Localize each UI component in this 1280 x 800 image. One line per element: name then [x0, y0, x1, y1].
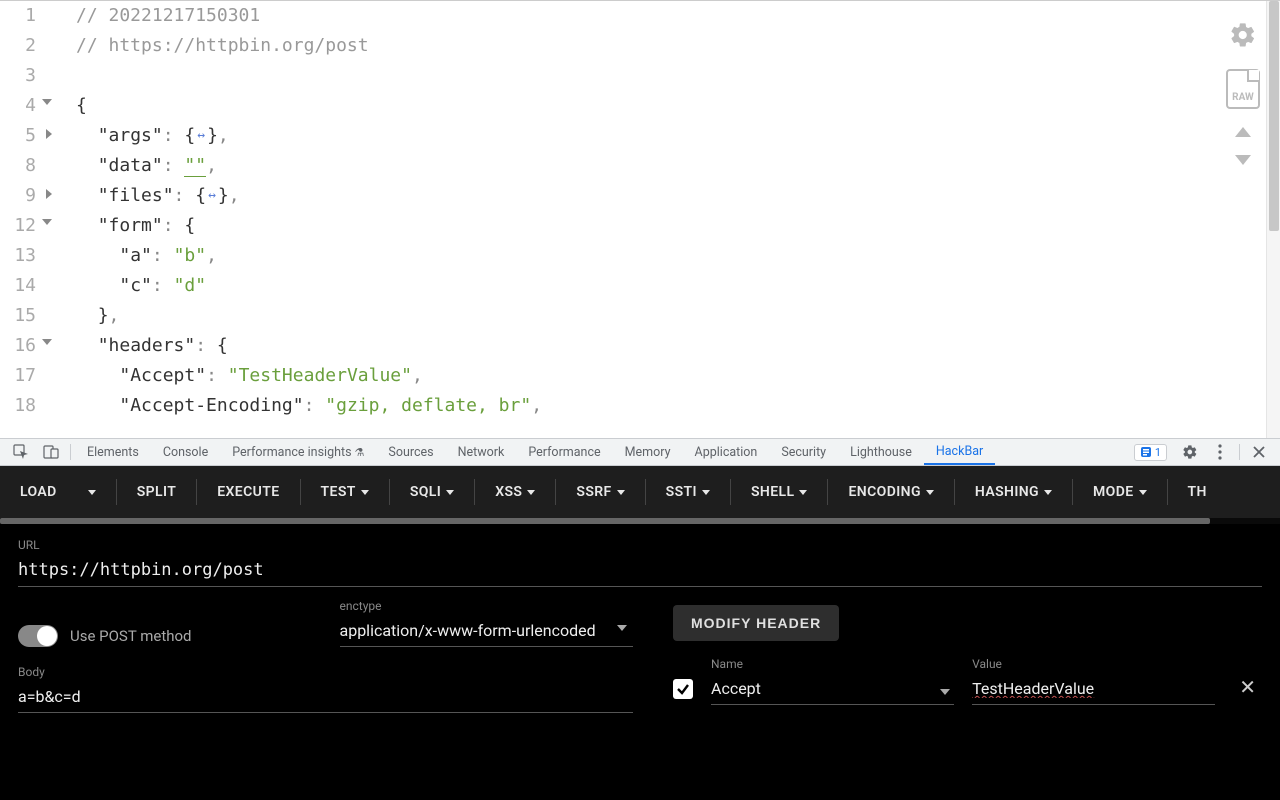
- tab-performance[interactable]: Performance: [516, 439, 612, 465]
- body-label: Body: [18, 665, 633, 679]
- ssrf-dropdown[interactable]: SSRF: [566, 476, 634, 508]
- header-name-input[interactable]: [711, 675, 954, 705]
- expand-down-icon[interactable]: [1235, 155, 1251, 165]
- code-area[interactable]: // 20221217150301 // https://httpbin.org…: [62, 1, 542, 421]
- test-dropdown[interactable]: TEST: [311, 476, 379, 508]
- xss-dropdown[interactable]: XSS: [485, 476, 545, 508]
- tab-hackbar[interactable]: HackBar: [924, 439, 995, 465]
- header-value-label: Value: [972, 657, 1215, 671]
- line-gutter: 1 2 3 4 5 8 9 12 13 14 15 16 17 18: [0, 1, 62, 421]
- overflow-item[interactable]: TH: [1178, 476, 1217, 508]
- url-input[interactable]: [18, 556, 1262, 587]
- header-name-label: Name: [711, 657, 954, 671]
- header-enabled-checkbox[interactable]: [673, 679, 693, 699]
- tab-lighthouse[interactable]: Lighthouse: [838, 439, 924, 465]
- mode-dropdown[interactable]: MODE: [1083, 476, 1157, 508]
- hackbar-toolbar: LOAD SPLIT EXECUTE TEST SQLI XSS SSRF SS…: [0, 466, 1280, 518]
- chevron-down-icon: [940, 689, 950, 695]
- json-viewer-pane: RAW 1 2 3 4 5 8 9 12 13 14 15 16 17 18 /…: [0, 0, 1280, 438]
- enctype-label: enctype: [340, 599, 634, 613]
- raw-icon[interactable]: RAW: [1226, 69, 1260, 109]
- expand-icon[interactable]: ↔: [206, 181, 218, 211]
- tab-security[interactable]: Security: [769, 439, 838, 465]
- enctype-select[interactable]: [340, 617, 634, 647]
- fold-icon[interactable]: [42, 219, 52, 225]
- shell-dropdown[interactable]: SHELL: [741, 476, 818, 508]
- header-value-input[interactable]: [972, 675, 1215, 705]
- fold-icon[interactable]: [42, 99, 52, 105]
- fold-icon[interactable]: [46, 189, 52, 199]
- execute-button[interactable]: EXECUTE: [207, 476, 289, 508]
- tab-sources[interactable]: Sources: [376, 439, 445, 465]
- remove-header-icon[interactable]: ✕: [1233, 675, 1262, 699]
- close-icon[interactable]: [1250, 443, 1268, 461]
- issues-badge[interactable]: 1: [1134, 444, 1167, 461]
- hashing-dropdown[interactable]: HASHING: [965, 476, 1062, 508]
- beaker-icon: ⚗: [355, 446, 365, 459]
- collapse-up-icon[interactable]: [1235, 127, 1251, 137]
- toolbar-scrollbar[interactable]: [0, 518, 1280, 524]
- fold-icon[interactable]: [46, 129, 52, 139]
- comment-line: // https://httpbin.org/post: [76, 35, 369, 56]
- tab-performance-insights[interactable]: Performance insights⚗: [220, 439, 376, 465]
- tab-elements[interactable]: Elements: [75, 439, 151, 465]
- ssti-dropdown[interactable]: SSTI: [656, 476, 720, 508]
- devtools-settings-icon[interactable]: [1181, 443, 1199, 461]
- devtools-tabbar: Elements Console Performance insights⚗ S…: [0, 438, 1280, 466]
- more-icon[interactable]: [1211, 443, 1229, 461]
- scrollbar-thumb[interactable]: [1269, 1, 1279, 231]
- tab-memory[interactable]: Memory: [613, 439, 683, 465]
- tab-application[interactable]: Application: [683, 439, 770, 465]
- comment-line: // 20221217150301: [76, 5, 260, 26]
- modify-header-button[interactable]: MODIFY HEADER: [673, 605, 839, 641]
- load-button[interactable]: LOAD: [10, 476, 67, 508]
- tab-network[interactable]: Network: [446, 439, 517, 465]
- sqli-dropdown[interactable]: SQLI: [400, 476, 464, 508]
- load-dropdown[interactable]: [73, 482, 106, 503]
- hackbar-panel: URL Use POST method enctype Body: [0, 524, 1280, 800]
- tab-console[interactable]: Console: [151, 439, 220, 465]
- gear-icon[interactable]: [1227, 19, 1259, 51]
- chevron-down-icon: [617, 625, 627, 631]
- encoding-dropdown[interactable]: ENCODING: [838, 476, 943, 508]
- body-input[interactable]: [18, 683, 633, 713]
- fold-icon[interactable]: [42, 339, 52, 345]
- device-toggle-icon[interactable]: [42, 443, 60, 461]
- split-button[interactable]: SPLIT: [127, 476, 187, 508]
- scrollbar-track[interactable]: [1266, 1, 1280, 438]
- post-toggle-label: Use POST method: [70, 627, 192, 645]
- post-toggle[interactable]: [18, 625, 58, 647]
- inspect-icon[interactable]: [12, 443, 30, 461]
- raw-icon-label: RAW: [1232, 92, 1254, 103]
- url-label: URL: [18, 538, 1262, 552]
- expand-icon[interactable]: ↔: [195, 121, 207, 151]
